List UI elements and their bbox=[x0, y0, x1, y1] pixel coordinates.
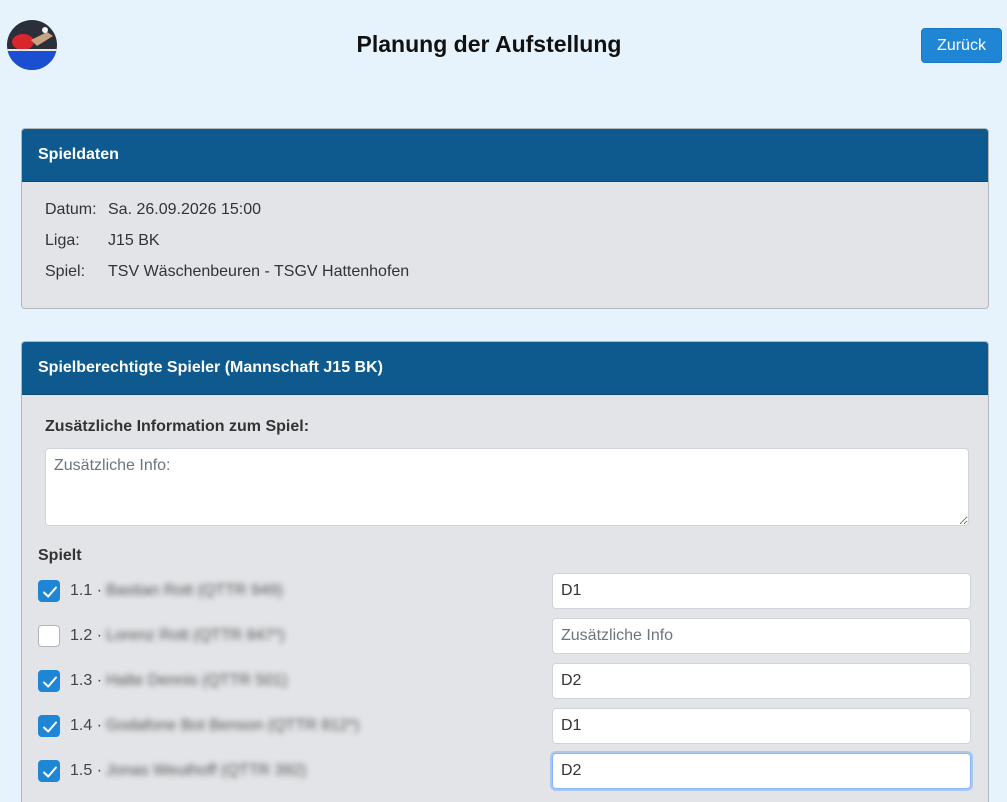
player-row: 1.4 · Godafone Bot Benson (QTTR 812*) bbox=[38, 708, 972, 744]
player-row: 1.1 · Bastian Rott (QTTR 949) bbox=[38, 573, 972, 609]
player-checkbox[interactable] bbox=[38, 670, 60, 692]
player-name: Godafone Bot Benson (QTTR 812*) bbox=[106, 717, 360, 734]
player-info-input[interactable] bbox=[552, 708, 971, 744]
player-checkbox[interactable] bbox=[38, 760, 60, 782]
player-number: 1.1 · bbox=[70, 582, 103, 599]
player-number: 1.5 · bbox=[70, 762, 103, 779]
player-name: Bastian Rott (QTTR 949) bbox=[106, 582, 283, 599]
date-value: Sa. 26.09.2026 15:00 bbox=[108, 201, 262, 218]
additional-info-label: Zusätzliche Information zum Spiel: bbox=[45, 418, 310, 435]
back-button[interactable]: Zurück bbox=[921, 28, 1002, 63]
match-value: TSV Wäschenbeuren - TSGV Hattenhofen bbox=[108, 263, 410, 280]
checkmark-icon bbox=[43, 766, 57, 778]
info-row-league: Liga: J15 BK bbox=[45, 232, 409, 263]
players-card: Spielberechtigte Spieler (Mannschaft J15… bbox=[21, 341, 989, 802]
info-row-match: Spiel: TSV Wäschenbeuren - TSGV Hattenho… bbox=[45, 263, 409, 294]
info-row-date: Datum: Sa. 26.09.2026 15:00 bbox=[45, 201, 409, 232]
additional-info-textarea[interactable] bbox=[45, 448, 969, 526]
player-row: 1.3 · Halte Dennis (QTTR 501) bbox=[38, 663, 972, 699]
top-bar: Planung der Aufstellung Zurück bbox=[0, 0, 1007, 90]
match-label: Spiel: bbox=[45, 263, 86, 280]
player-name: Jonas Weuthoff (QTTR 392) bbox=[106, 762, 307, 779]
checkmark-icon bbox=[43, 586, 57, 598]
spielt-label: Spielt bbox=[38, 547, 82, 564]
date-label: Datum: bbox=[45, 201, 97, 218]
player-row: 1.5 · Jonas Weuthoff (QTTR 392) bbox=[38, 753, 972, 789]
game-data-card: Spieldaten Datum: Sa. 26.09.2026 15:00 L… bbox=[21, 128, 989, 309]
checkmark-icon bbox=[43, 721, 57, 733]
players-header: Spielberechtigte Spieler (Mannschaft J15… bbox=[22, 342, 988, 395]
player-info-input[interactable] bbox=[552, 573, 971, 609]
player-row: 1.2 · Lorenz Rott (QTTR 847*) bbox=[38, 618, 972, 654]
player-info-input[interactable] bbox=[552, 618, 971, 654]
player-number: 1.2 · bbox=[70, 627, 103, 644]
player-info-input[interactable] bbox=[552, 753, 971, 789]
league-label: Liga: bbox=[45, 232, 80, 249]
player-name: Halte Dennis (QTTR 501) bbox=[106, 672, 288, 689]
league-value: J15 BK bbox=[108, 232, 160, 249]
player-name: Lorenz Rott (QTTR 847*) bbox=[106, 627, 285, 644]
player-checkbox[interactable] bbox=[38, 625, 60, 647]
player-info-input[interactable] bbox=[552, 663, 971, 699]
player-number: 1.4 · bbox=[70, 717, 103, 734]
player-number: 1.3 · bbox=[70, 672, 103, 689]
player-checkbox[interactable] bbox=[38, 580, 60, 602]
page-title: Planung der Aufstellung bbox=[356, 31, 622, 57]
game-data-header: Spieldaten bbox=[22, 129, 988, 182]
player-checkbox[interactable] bbox=[38, 715, 60, 737]
checkmark-icon bbox=[43, 676, 57, 688]
game-info-table: Datum: Sa. 26.09.2026 15:00 Liga: J15 BK… bbox=[45, 201, 409, 294]
